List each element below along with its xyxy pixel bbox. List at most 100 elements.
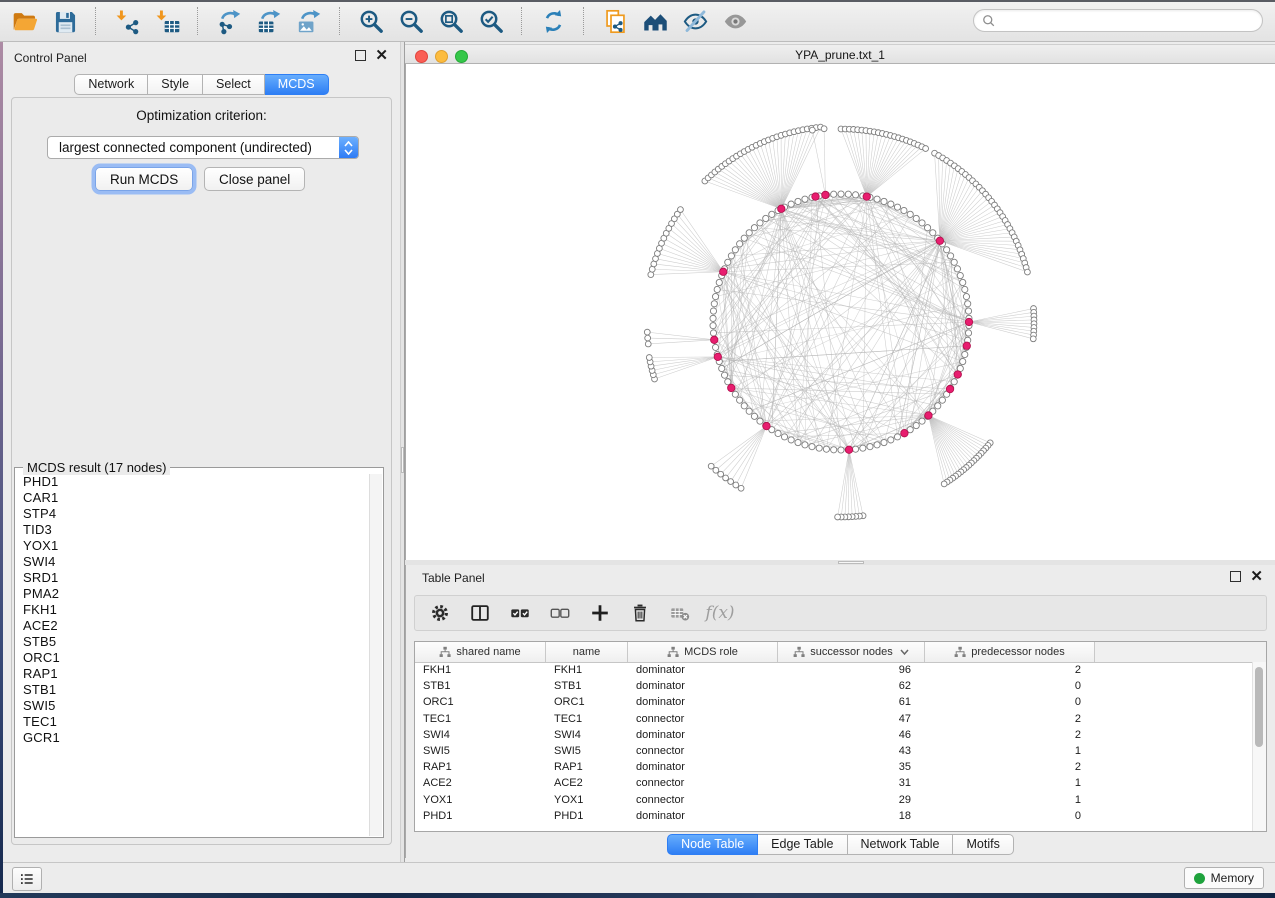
mcds-result-item[interactable]: STB1 [16, 682, 370, 698]
network-node[interactable] [960, 279, 966, 285]
mcds-result-item[interactable]: GCR1 [16, 730, 370, 746]
network-node[interactable] [913, 422, 919, 428]
network-view[interactable] [405, 64, 1275, 560]
network-node[interactable] [923, 146, 929, 152]
mcds-node[interactable] [763, 422, 770, 429]
column-header-shared-name[interactable]: shared name [415, 642, 546, 662]
mcds-result-item[interactable]: ACE2 [16, 618, 370, 634]
network-node[interactable] [645, 335, 651, 341]
toggle-panel-layout-button[interactable] [467, 600, 493, 626]
column-header-MCDS-role[interactable]: MCDS role [628, 642, 778, 662]
network-node[interactable] [788, 201, 794, 207]
network-node[interactable] [712, 293, 718, 299]
network-node[interactable] [821, 126, 827, 132]
splitter-grip[interactable] [838, 561, 864, 564]
column-header-successor-nodes[interactable]: successor nodes [778, 642, 925, 662]
mcds-result-item[interactable]: TID3 [16, 522, 370, 538]
tab-select[interactable]: Select [203, 74, 265, 95]
network-node[interactable] [802, 442, 808, 448]
tab-node-table[interactable]: Node Table [667, 834, 758, 855]
mcds-result-item[interactable]: CAR1 [16, 490, 370, 506]
memory-button[interactable]: Memory [1184, 867, 1264, 889]
mcds-node[interactable] [845, 446, 852, 453]
network-node[interactable] [1030, 336, 1036, 342]
network-node[interactable] [965, 308, 971, 314]
network-node[interactable] [924, 225, 930, 231]
splitter-grip[interactable] [401, 447, 404, 473]
mcds-node[interactable] [963, 342, 970, 349]
table-row[interactable]: YOX1YOX1connector291 [415, 792, 1253, 808]
network-node[interactable] [944, 247, 950, 253]
network-canvas[interactable] [406, 64, 1274, 560]
network-node[interactable] [957, 272, 963, 278]
network-node[interactable] [935, 403, 941, 409]
network-node[interactable] [741, 235, 747, 241]
mcds-node[interactable] [946, 385, 953, 392]
network-node[interactable] [838, 191, 844, 197]
mcds-result-item[interactable]: SRD1 [16, 570, 370, 586]
network-node[interactable] [732, 247, 738, 253]
network-node[interactable] [823, 446, 829, 452]
network-node[interactable] [888, 437, 894, 443]
network-node[interactable] [939, 397, 945, 403]
network-node[interactable] [648, 272, 654, 278]
mcds-result-item[interactable]: SWI5 [16, 698, 370, 714]
network-node[interactable] [874, 442, 880, 448]
network-node[interactable] [738, 485, 744, 491]
network-node[interactable] [874, 196, 880, 202]
mcds-node[interactable] [720, 268, 727, 275]
network-node[interactable] [802, 196, 808, 202]
mcds-node[interactable] [863, 193, 870, 200]
network-node[interactable] [763, 215, 769, 221]
run-mcds-button[interactable]: Run MCDS [95, 167, 193, 191]
network-node[interactable] [913, 215, 919, 221]
network-node[interactable] [795, 198, 801, 204]
network-node[interactable] [757, 220, 763, 226]
network-node[interactable] [646, 355, 652, 361]
column-header-name[interactable]: name [546, 642, 628, 662]
network-node[interactable] [728, 479, 734, 485]
hide-graphics-details-button[interactable] [678, 5, 712, 37]
network-node[interactable] [962, 351, 968, 357]
float-panel-icon[interactable] [1230, 571, 1241, 582]
network-node[interactable] [816, 445, 822, 451]
mcds-result-item[interactable]: ORC1 [16, 650, 370, 666]
tab-mcds[interactable]: MCDS [265, 74, 329, 95]
scrollbar-thumb[interactable] [1255, 667, 1263, 747]
search-input[interactable] [995, 12, 1262, 30]
network-overview-button[interactable] [638, 5, 672, 37]
network-node[interactable] [721, 372, 727, 378]
network-node[interactable] [852, 192, 858, 198]
network-node[interactable] [711, 301, 717, 307]
network-node[interactable] [941, 481, 947, 487]
table-row[interactable]: SWI4SWI4dominator462 [415, 727, 1253, 743]
network-node[interactable] [710, 308, 716, 314]
automation-panel-button[interactable] [12, 867, 42, 891]
network-node[interactable] [712, 344, 718, 350]
mcds-result-item[interactable]: TEC1 [16, 714, 370, 730]
network-node[interactable] [962, 286, 968, 292]
network-node[interactable] [867, 444, 873, 450]
float-panel-icon[interactable] [355, 50, 366, 61]
mcds-node[interactable] [728, 384, 735, 391]
network-node[interactable] [719, 365, 725, 371]
mcds-node[interactable] [714, 353, 721, 360]
network-node[interactable] [795, 439, 801, 445]
network-node[interactable] [733, 482, 739, 488]
network-node[interactable] [723, 475, 729, 481]
import-network-button[interactable] [110, 5, 144, 37]
table-row[interactable]: SWI5SWI5connector431 [415, 743, 1253, 759]
network-node[interactable] [954, 266, 960, 272]
mcds-result-item[interactable]: STP4 [16, 506, 370, 522]
zoom-in-button[interactable] [354, 5, 388, 37]
column-header-predecessor-nodes[interactable]: predecessor nodes [925, 642, 1095, 662]
network-node[interactable] [718, 471, 724, 477]
mcds-node[interactable] [965, 318, 972, 325]
network-node[interactable] [838, 447, 844, 453]
network-node[interactable] [888, 201, 894, 207]
network-node[interactable] [809, 444, 815, 450]
network-node[interactable] [907, 211, 913, 217]
refresh-view-button[interactable] [536, 5, 570, 37]
network-node[interactable] [714, 286, 720, 292]
network-node[interactable] [831, 447, 837, 453]
